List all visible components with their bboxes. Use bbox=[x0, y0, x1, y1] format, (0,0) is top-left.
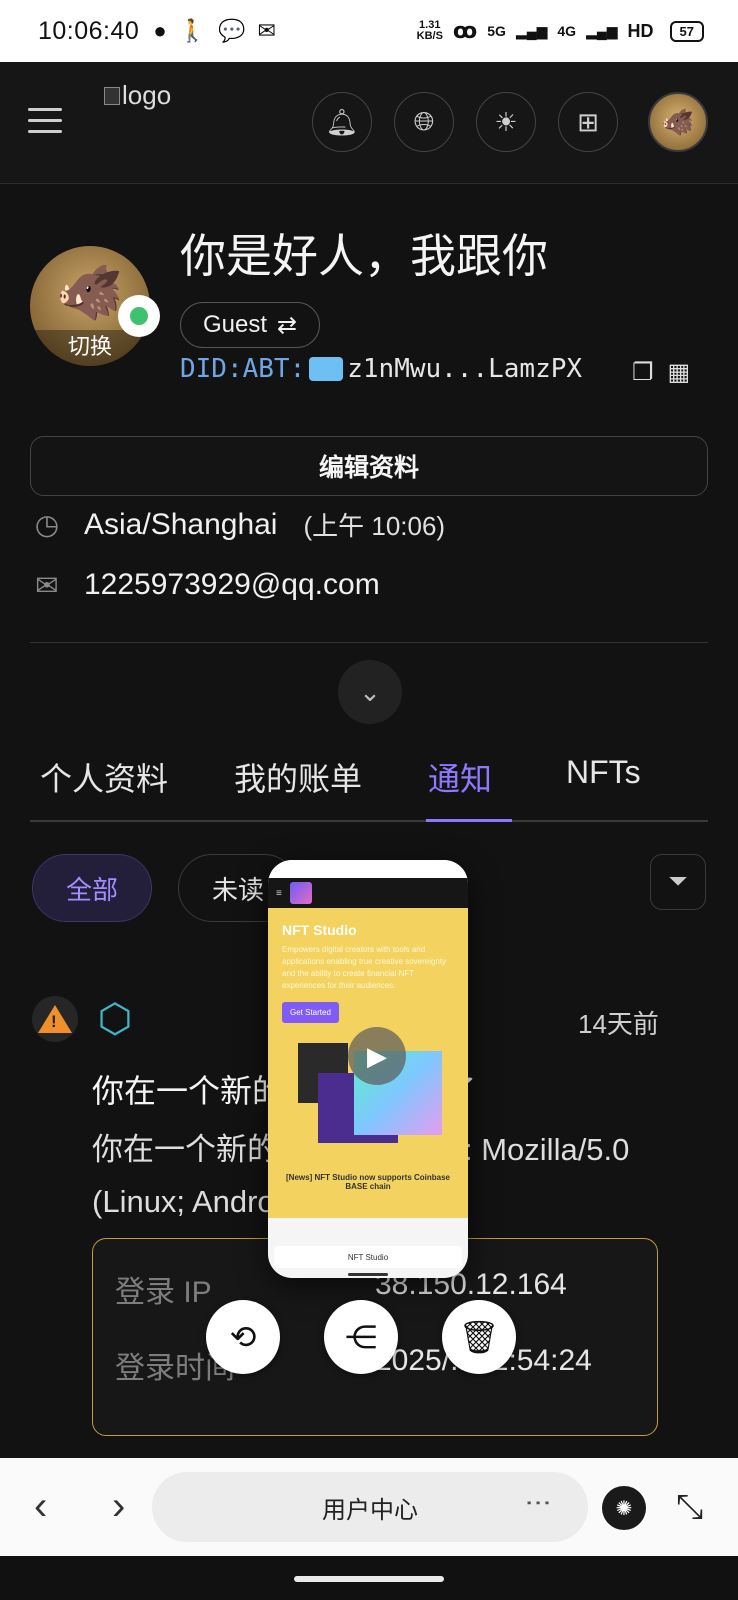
signal-bars-icon: ▂▄▆ bbox=[586, 22, 618, 39]
edit-profile-button[interactable]: 编辑资料 bbox=[30, 436, 708, 496]
browser-toolbar: ‹ › 用户中心 ⋮ ✺ ⤡ bbox=[0, 1458, 738, 1556]
globe-icon: 🌐︎ bbox=[413, 106, 435, 136]
play-icon[interactable]: ▶ bbox=[348, 1027, 406, 1085]
tab-billing[interactable]: 我的账单 bbox=[234, 754, 362, 800]
status-time: 10:06:40 bbox=[38, 16, 140, 45]
copy-icon[interactable]: ❐ bbox=[632, 358, 654, 387]
preview-header: ≡ bbox=[268, 878, 468, 908]
warning-icon: ! bbox=[32, 996, 78, 1042]
swap-icon: ⇄ bbox=[277, 311, 298, 339]
preview-title: NFT Studio bbox=[282, 922, 357, 938]
broken-image-icon bbox=[104, 86, 120, 105]
logo[interactable]: logo bbox=[104, 80, 171, 111]
menu-icon: ≡ bbox=[276, 887, 282, 899]
did-actions: ❐ ▦ bbox=[632, 358, 690, 387]
local-time-text: (上午 10:06) bbox=[303, 511, 446, 541]
avatar-image: 🐗 bbox=[56, 262, 124, 323]
chevron-down-icon: ⌄ bbox=[359, 676, 381, 707]
role-label: Guest bbox=[203, 311, 268, 338]
apps-button[interactable]: ⊞ bbox=[558, 92, 618, 152]
filter-all-chip[interactable]: 全部 bbox=[32, 854, 152, 922]
qr-code-icon[interactable]: ▦ bbox=[668, 358, 691, 387]
funnel-icon: ⏷ bbox=[668, 868, 688, 895]
filter-button[interactable]: ⏷ bbox=[650, 854, 706, 910]
battery-indicator: 57 bbox=[669, 20, 704, 42]
preview-hero: NFT Studio Empowers digital creators wit… bbox=[268, 908, 468, 1218]
expand-profile-button[interactable]: ⌄ bbox=[338, 660, 402, 724]
grid-icon: ⊞ bbox=[577, 106, 599, 137]
tab-profile[interactable]: 个人资料 bbox=[40, 754, 168, 800]
active-tab-indicator bbox=[426, 819, 512, 822]
envelope-icon: ✉ bbox=[35, 569, 59, 601]
did-avatar-icon bbox=[309, 357, 344, 381]
preview-news: [News] NFT Studio now supports Coinbase … bbox=[286, 1173, 450, 1191]
collapse-icon[interactable]: ⤡ bbox=[676, 1488, 703, 1527]
walking-icon: 🚶 bbox=[178, 18, 207, 43]
trash-icon: 🗑︎ bbox=[458, 1319, 500, 1355]
rotate-icon: ⟲ bbox=[229, 1319, 257, 1355]
email-row: ✉ 1225973929@qq.com bbox=[30, 568, 380, 602]
logo-alt-text: logo bbox=[122, 80, 172, 110]
notification-time: 14天前 bbox=[578, 1009, 659, 1039]
profile-tabs: 个人资料 我的账单 通知 NFTs bbox=[30, 740, 708, 822]
back-arrow-icon[interactable]: ‹ bbox=[34, 1484, 47, 1529]
chat-icon: 💬 bbox=[218, 18, 246, 43]
forward-arrow-icon[interactable]: › bbox=[112, 1484, 125, 1529]
avatar-image: 🐗 bbox=[661, 106, 695, 137]
app-header: logo 🔔︎ 🌐︎ ☀ ⊞ 🐗 bbox=[0, 62, 738, 184]
more-options-icon[interactable]: ⋮ bbox=[523, 1490, 554, 1514]
notification-bell-button[interactable]: 🔔︎ bbox=[312, 92, 372, 152]
share-icon: ⋲ bbox=[345, 1319, 377, 1355]
nfc-icon: ꝏ bbox=[452, 18, 478, 43]
theme-toggle-button[interactable]: ☀ bbox=[476, 92, 536, 152]
preview-artwork: ▶ bbox=[282, 1027, 454, 1163]
language-button[interactable]: 🌐︎ bbox=[394, 92, 454, 152]
online-status-indicator bbox=[118, 295, 160, 337]
home-indicator[interactable] bbox=[294, 1576, 444, 1582]
share-button[interactable]: ⋲ bbox=[324, 1300, 398, 1374]
preview-cta: Get Started bbox=[282, 1002, 339, 1023]
hd-indicator: HD bbox=[627, 20, 654, 41]
messages-icon: ● bbox=[153, 18, 167, 43]
timezone-text: Asia/Shanghai bbox=[84, 507, 278, 541]
net-speed: 1.31 KB/S bbox=[416, 19, 443, 42]
role-switch-button[interactable]: Guest ⇄ bbox=[180, 302, 321, 348]
signal-5g: 5G bbox=[487, 23, 506, 39]
profile-name: 你是好人，我跟你 bbox=[180, 230, 548, 282]
signal-4g: 4G bbox=[557, 23, 577, 39]
preview-desc: Empowers digital creators with tools and… bbox=[282, 945, 447, 990]
user-avatar-button[interactable]: 🐗 bbox=[648, 92, 708, 152]
screen-recording-preview[interactable]: ≡ NFT Studio Empowers digital creators w… bbox=[268, 860, 468, 1278]
tab-nfts[interactable]: NFTs bbox=[566, 754, 641, 791]
bell-icon: 🔔︎ bbox=[325, 106, 359, 137]
nft-studio-logo bbox=[289, 882, 312, 904]
delete-button[interactable]: 🗑︎ bbox=[442, 1300, 516, 1374]
did-address: DID:ABT: z1nMwu...LamzPX bbox=[180, 354, 582, 384]
timezone-row: ◷ Asia/Shanghai (上午 10:06) bbox=[30, 506, 445, 543]
clock-icon: ◷ bbox=[34, 509, 60, 540]
preview-handle bbox=[348, 1273, 388, 1276]
url-bar[interactable]: 用户中心 ⋮ bbox=[152, 1472, 588, 1542]
preview-url-bar: NFT Studio bbox=[274, 1246, 462, 1268]
extension-icon[interactable]: ✺ bbox=[602, 1486, 646, 1530]
divider bbox=[30, 642, 708, 643]
did-prefix: DID:ABT: bbox=[180, 354, 306, 384]
gesture-bar bbox=[0, 1556, 738, 1600]
sun-icon: ☀ bbox=[494, 106, 518, 137]
retake-button[interactable]: ⟲ bbox=[206, 1300, 280, 1374]
login-ip-label: 登录 IP bbox=[115, 1276, 212, 1309]
page-title: 用户中心 bbox=[322, 1496, 418, 1524]
signal-bars-icon: ▂▄▆ bbox=[515, 22, 548, 39]
did-value: z1nMwu...LamzPX bbox=[347, 354, 583, 384]
menu-icon[interactable] bbox=[28, 108, 62, 134]
email-text: 1225973929@qq.com bbox=[84, 568, 380, 601]
status-bar: 10:06:40 ● 🚶 💬 ✉ 1.31 KB/S ꝏ 5G ▂▄▆ 4G ▂… bbox=[0, 0, 738, 62]
hexagon-app-icon: ⬡ bbox=[97, 997, 133, 1041]
tab-notifications[interactable]: 通知 bbox=[428, 754, 492, 800]
preview-status-bar bbox=[268, 860, 468, 878]
mail-icon: ✉ bbox=[257, 18, 276, 43]
